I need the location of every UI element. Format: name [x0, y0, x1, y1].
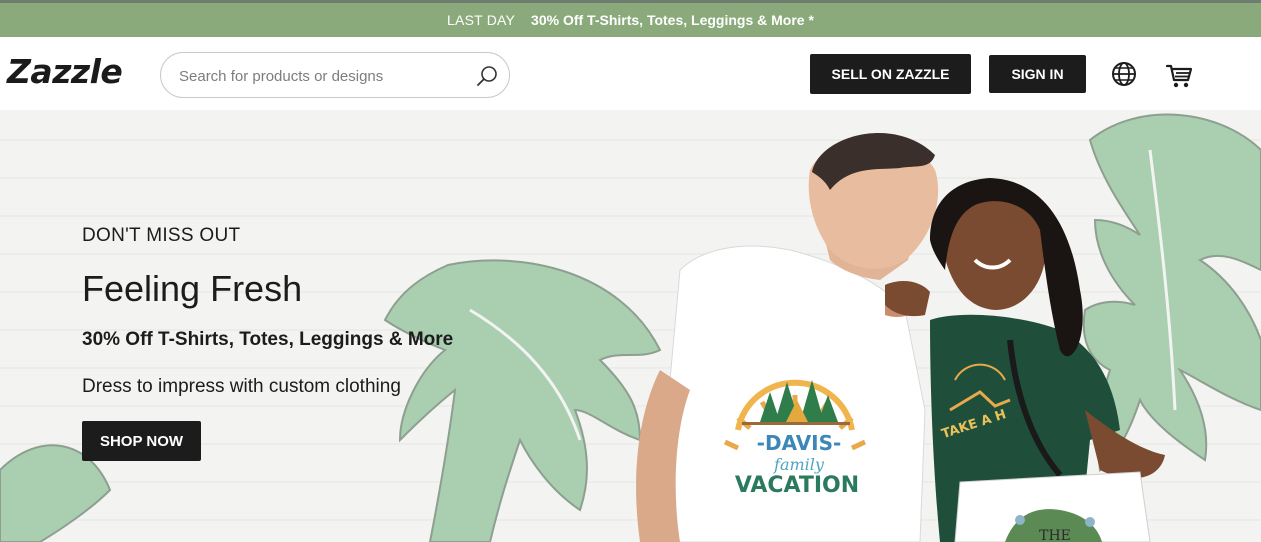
hero-eyebrow: DON'T MISS OUT [82, 225, 241, 246]
globe-icon[interactable] [1108, 58, 1140, 90]
promo-banner[interactable]: LAST DAY 30% Off T-Shirts, Totes, Leggin… [0, 3, 1261, 37]
search-input[interactable] [179, 65, 469, 87]
shirt-text-vacation: VACATION [735, 473, 859, 498]
sign-in-button[interactable]: SIGN IN [989, 55, 1086, 93]
hero-background-illustration: -DAVIS- family VACATION TAKE A H THE [0, 113, 1261, 542]
search-icon[interactable] [475, 64, 499, 88]
promo-last-day: LAST DAY [447, 12, 516, 28]
hero-subhead: 30% Off T-Shirts, Totes, Leggings & More [82, 329, 454, 350]
hero-headline: Feeling Fresh [82, 268, 303, 309]
shirt-text-family: family [773, 455, 825, 474]
sell-on-zazzle-button[interactable]: SELL ON ZAZZLE [810, 54, 971, 94]
zazzle-logo[interactable]: Zazzle [7, 52, 123, 91]
promo-offer-text[interactable]: 30% Off T-Shirts, Totes, Leggings & More… [531, 12, 814, 28]
site-header: Zazzle SELL ON ZAZZLE SIGN IN [0, 37, 1261, 110]
tote-text: THE [1039, 528, 1071, 542]
hero-banner[interactable]: -DAVIS- family VACATION TAKE A H THE DON… [0, 110, 1261, 542]
shop-now-button[interactable]: SHOP NOW [82, 421, 201, 461]
hero-description: Dress to impress with custom clothing [82, 376, 401, 397]
search-bar[interactable] [160, 52, 510, 98]
cart-icon[interactable] [1159, 55, 1199, 95]
shirt-text-davis: -DAVIS- [757, 431, 842, 455]
